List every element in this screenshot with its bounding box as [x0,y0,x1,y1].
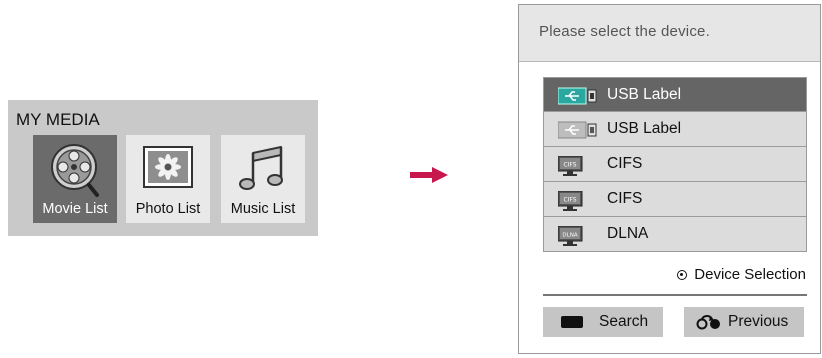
photo-frame-icon [143,146,193,188]
dialog-title: Please select the device. [539,23,710,40]
device-selection-hint: Device Selection [677,266,806,283]
previous-button[interactable]: Previous [684,307,804,337]
cifs-icon-text: CIFS [563,197,576,204]
device-select-dialog: Please select the device. USB Label USB … [518,4,821,354]
cifs-monitor-icon: CIFS [558,191,583,211]
photo-list-label: Photo List [135,201,201,217]
music-note-icon [239,146,283,190]
device-list: USB Label USB Label CIFS CIFS CIFS CIFS … [543,77,807,252]
device-label: USB Label [607,120,682,137]
back-icon [696,315,720,330]
device-label: CIFS [607,155,643,172]
device-label: USB Label [607,86,682,103]
ok-button-icon [677,269,688,280]
device-item-cifs-1[interactable]: CIFS CIFS [543,147,807,182]
usb-device-icon [558,87,597,105]
device-item-dlna[interactable]: DLNA DLNA [543,217,807,252]
music-list-tile[interactable]: Music List [221,135,305,223]
movie-list-label: Movie List [42,201,108,217]
device-item-usb-2[interactable]: USB Label [543,112,807,147]
music-list-label: Music List [230,201,296,217]
photo-list-tile[interactable]: Photo List [126,135,210,223]
previous-label: Previous [728,313,789,330]
right-arrow-icon [410,167,448,183]
usb-device-icon [558,121,597,139]
black-key-icon [561,316,583,328]
hint-label: Device Selection [694,266,806,283]
dlna-monitor-icon: DLNA [558,226,583,246]
film-reel-icon [51,144,99,197]
device-label: DLNA [607,225,649,242]
cifs-icon-text: CIFS [563,162,576,169]
movie-list-tile[interactable]: Movie List [33,135,117,223]
divider [543,294,807,296]
cifs-monitor-icon: CIFS [558,156,583,176]
device-item-cifs-2[interactable]: CIFS CIFS [543,182,807,217]
dlna-icon-text: DLNA [562,233,577,239]
search-button[interactable]: Search [543,307,663,337]
search-label: Search [599,313,649,330]
dialog-header: Please select the device. [519,5,820,62]
my-media-title: MY MEDIA [16,110,100,129]
device-item-usb-1[interactable]: USB Label [543,77,807,112]
my-media-panel: MY MEDIA Movie List Photo List Music Lis… [8,100,318,236]
device-label: CIFS [607,190,643,207]
